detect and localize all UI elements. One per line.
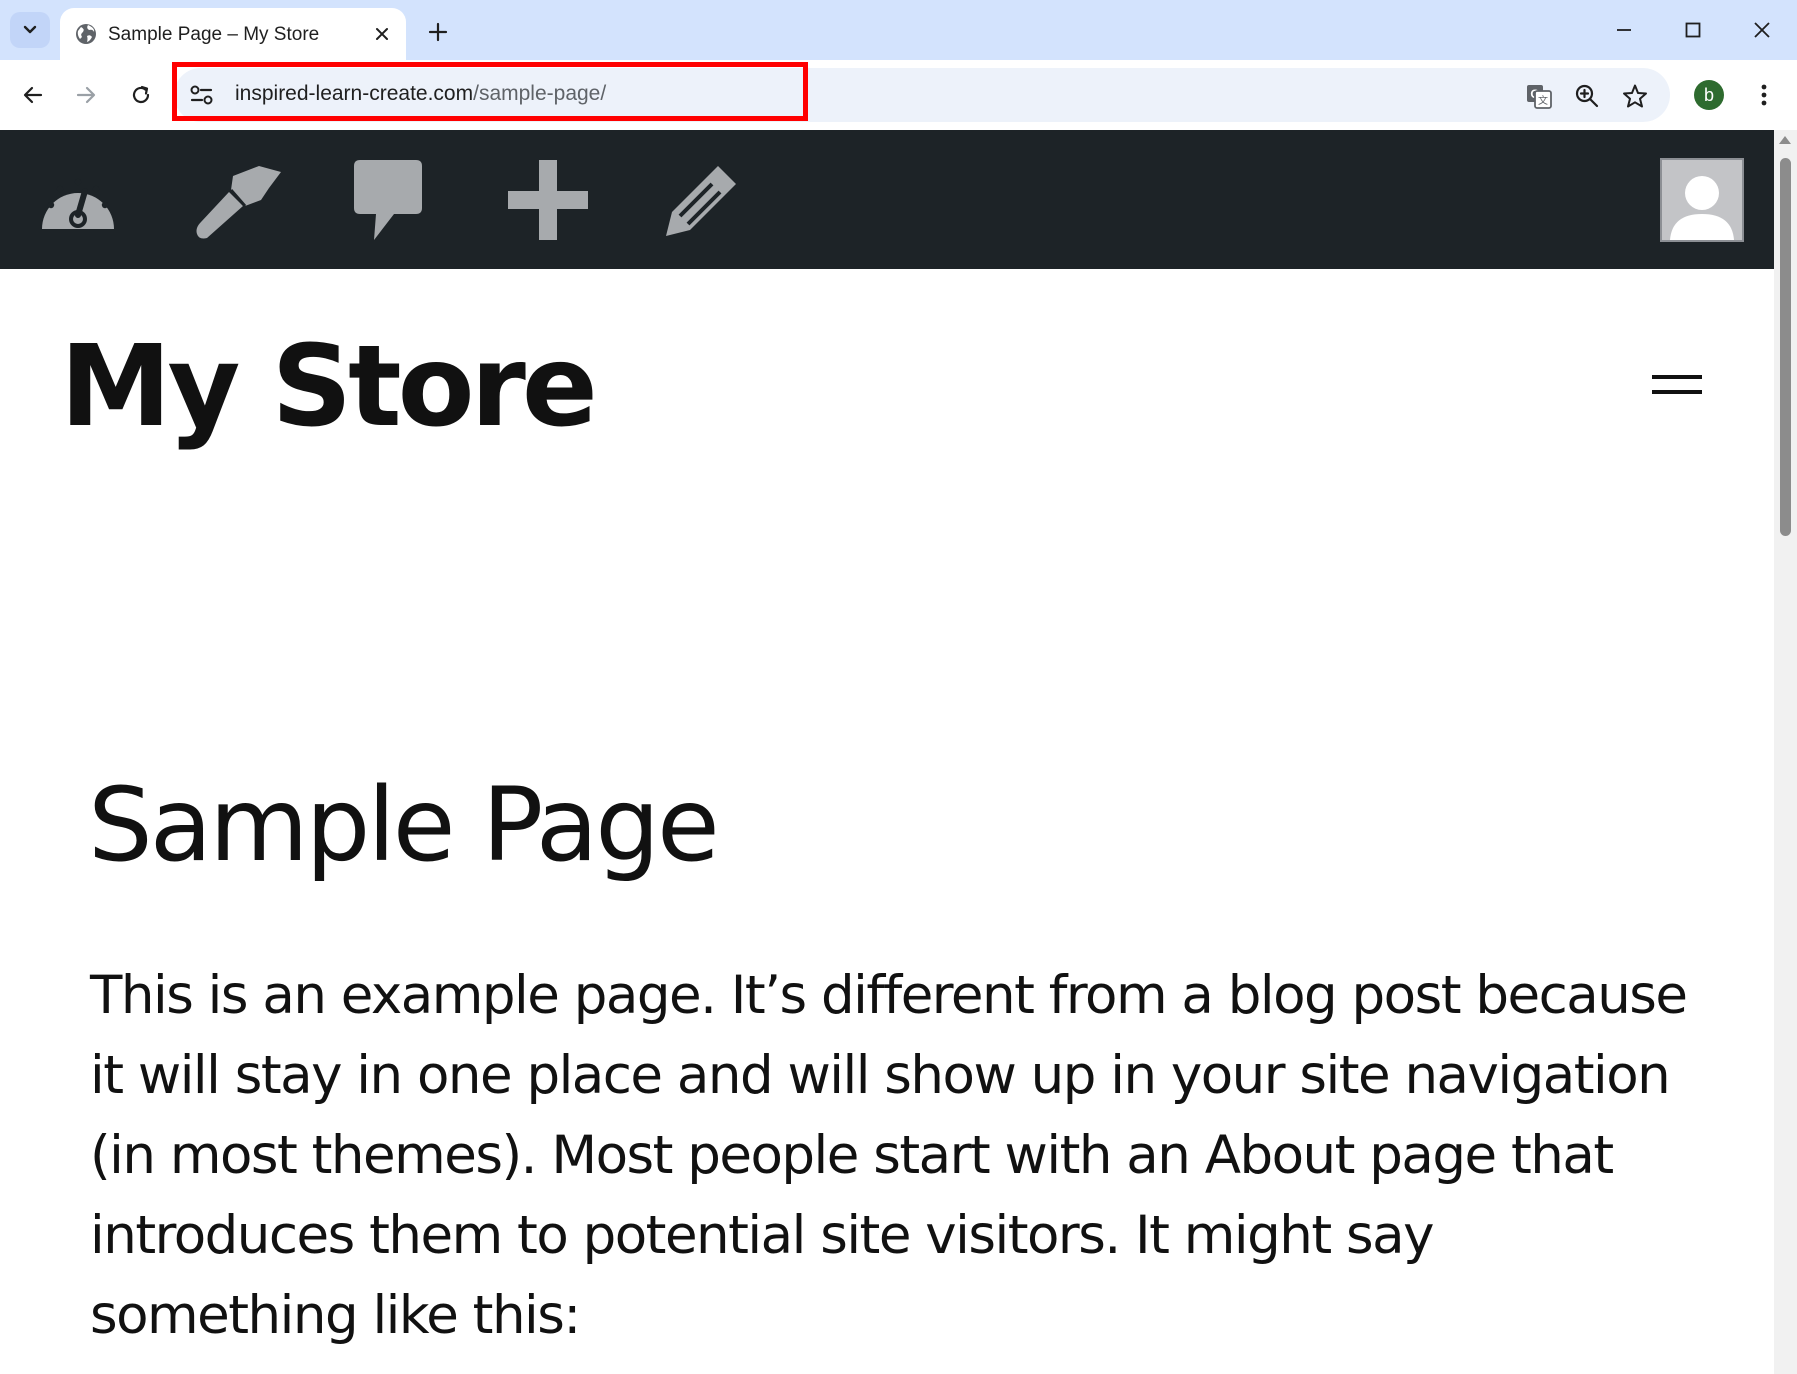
chevron-down-icon: [23, 25, 37, 34]
star-icon: [1623, 84, 1647, 108]
maximize-icon: [1685, 22, 1701, 38]
menu-toggle-button[interactable]: [1644, 366, 1702, 402]
admin-bar-edit-page[interactable]: [652, 152, 752, 248]
page-viewport: My Store Sample Page This is an example …: [0, 130, 1774, 1374]
bookmark-button[interactable]: [1620, 81, 1650, 111]
close-icon: [376, 28, 388, 40]
browser-tab-active[interactable]: Sample Page – My Store: [60, 8, 406, 60]
new-content-plus-icon: [508, 160, 588, 240]
maximize-button[interactable]: [1673, 12, 1713, 48]
wp-admin-bar: [0, 130, 1774, 269]
admin-bar-my-account[interactable]: [1660, 158, 1744, 242]
scrollbar-thumb[interactable]: [1780, 158, 1791, 536]
page-scrollbar[interactable]: [1774, 130, 1797, 1374]
admin-bar-customize[interactable]: [185, 152, 285, 248]
close-icon: [1754, 22, 1770, 38]
tab-search-button[interactable]: [10, 12, 50, 48]
tab-strip: Sample Page – My Store: [0, 0, 1797, 60]
address-highlight-box: [172, 62, 808, 121]
browser-menu-button[interactable]: [1750, 75, 1778, 115]
tab-close-button[interactable]: [370, 22, 394, 46]
hamburger-menu-icon: [1652, 390, 1702, 394]
forward-button[interactable]: [66, 75, 106, 115]
zoom-in-icon: [1575, 84, 1599, 108]
close-window-button[interactable]: [1742, 12, 1782, 48]
more-vert-icon: [1761, 84, 1767, 106]
minimize-icon: [1617, 29, 1631, 31]
translate-icon: G 文: [1527, 85, 1552, 109]
scroll-up-arrow[interactable]: [1779, 136, 1791, 144]
customize-brush-icon: [196, 166, 281, 239]
minimize-button[interactable]: [1604, 12, 1644, 48]
translate-button[interactable]: G 文: [1524, 81, 1554, 111]
reload-icon: [132, 85, 150, 104]
admin-bar-new-content[interactable]: [498, 152, 598, 248]
back-button[interactable]: [13, 75, 53, 115]
comments-icon: [354, 160, 422, 240]
plus-icon: [428, 22, 448, 42]
arrow-right-icon: [76, 86, 96, 104]
new-tab-button[interactable]: [422, 16, 454, 48]
svg-text:文: 文: [1538, 94, 1548, 107]
dashboard-icon: [42, 178, 114, 229]
hamburger-menu-icon: [1652, 375, 1702, 379]
zoom-button[interactable]: [1572, 81, 1602, 111]
page-body-paragraph: This is an example page. It’s different …: [90, 965, 1688, 1346]
reload-button[interactable]: [121, 75, 161, 115]
user-avatar-icon: [1662, 160, 1742, 240]
globe-icon: [76, 24, 96, 44]
admin-bar-comments[interactable]: [338, 152, 438, 248]
site-title[interactable]: My Store: [60, 322, 598, 452]
tab-title: Sample Page – My Store: [108, 24, 320, 45]
arrow-left-icon: [23, 86, 43, 104]
admin-bar-dashboard[interactable]: [28, 152, 128, 248]
profile-avatar[interactable]: b: [1694, 80, 1724, 110]
edit-pencil-icon: [666, 166, 736, 236]
page-title: Sample Page: [88, 766, 720, 885]
